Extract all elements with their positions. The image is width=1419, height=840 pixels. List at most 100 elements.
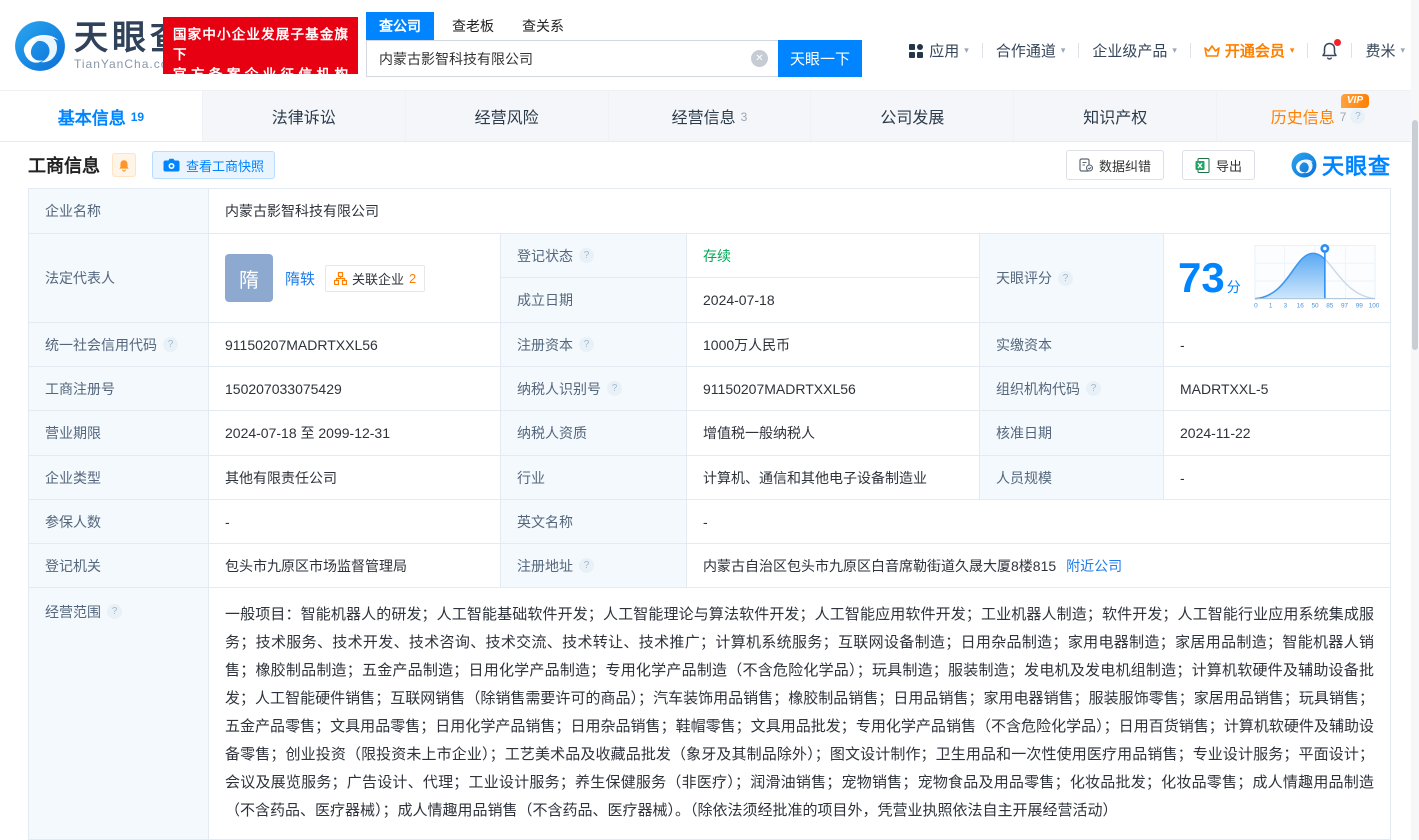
search-tab-boss[interactable]: 查老板 bbox=[452, 12, 494, 40]
nav-vip-label: 开通会员 bbox=[1224, 43, 1285, 60]
svg-text:0: 0 bbox=[1254, 303, 1258, 310]
org-network-icon bbox=[334, 271, 348, 285]
search-input[interactable] bbox=[366, 40, 778, 77]
legal-rep-avatar[interactable]: 隋 bbox=[225, 254, 273, 302]
search-tab-relation[interactable]: 查关系 bbox=[522, 12, 564, 40]
nav-partner[interactable]: 合作通道 ▾ bbox=[996, 40, 1066, 61]
help-icon[interactable]: ? bbox=[579, 248, 594, 263]
search-button[interactable]: 天眼一下 bbox=[778, 40, 862, 77]
help-icon[interactable]: ? bbox=[607, 381, 622, 396]
notification-bell-icon[interactable] bbox=[1321, 38, 1342, 60]
field-value-taxpayer-quality: 增值税一般纳税人 bbox=[687, 411, 980, 456]
gov-badge-line1: 国家中小企业发展子基金旗下 bbox=[173, 27, 348, 62]
field-label-business-scope: 经营范围 ? bbox=[29, 588, 209, 840]
field-label-approval-date: 核准日期 bbox=[980, 411, 1164, 456]
nav-user-menu[interactable]: 费米 ▾ bbox=[1365, 40, 1405, 61]
svg-text:97: 97 bbox=[1341, 303, 1349, 310]
field-value-company-type: 其他有限责任公司 bbox=[209, 456, 501, 500]
nav-enterprise-label: 企业级产品 bbox=[1092, 43, 1168, 60]
scrollbar-thumb[interactable] bbox=[1412, 120, 1418, 350]
field-label-business-term: 营业期限 bbox=[29, 411, 209, 456]
data-correction-button[interactable]: 数据纠错 bbox=[1065, 150, 1164, 180]
section-header: 工商信息 查看工商快照 数据纠错 导出 天眼查 bbox=[0, 142, 1419, 188]
field-label-establish-date: 成立日期 bbox=[501, 278, 687, 323]
tab-intellectual-property[interactable]: 知识产权 bbox=[1014, 91, 1218, 141]
field-label-reg-authority: 登记机关 bbox=[29, 544, 209, 588]
field-label-taxpayer-quality: 纳税人资质 bbox=[501, 411, 687, 456]
related-companies-badge[interactable]: 关联企业 2 bbox=[325, 264, 426, 292]
score-axis-labels: 0 1 3 16 50 85 97 99 100 bbox=[1254, 303, 1379, 310]
bell-icon bbox=[119, 159, 129, 172]
apps-grid-icon bbox=[909, 43, 924, 58]
nav-apps-label: 应用 bbox=[929, 43, 960, 60]
help-icon[interactable]: ? bbox=[163, 337, 178, 352]
nearby-companies-link[interactable]: 附近公司 bbox=[1066, 556, 1122, 576]
page-header: 天眼查 TianYanCha.com 国家中小企业发展子基金旗下 官方备案企业征… bbox=[0, 0, 1419, 90]
field-label-staff-size: 人员规模 bbox=[980, 456, 1164, 500]
watermark-logo-text: 天眼查 bbox=[1321, 154, 1391, 179]
help-icon[interactable]: ? bbox=[579, 337, 594, 352]
camera-icon bbox=[163, 158, 180, 172]
field-label-insured-count: 参保人数 bbox=[29, 500, 209, 544]
crown-icon bbox=[1204, 44, 1220, 57]
tab-company-development[interactable]: 公司发展 bbox=[811, 91, 1015, 141]
tab-label: 公司发展 bbox=[880, 110, 945, 127]
nav-enterprise[interactable]: 企业级产品 ▾ bbox=[1092, 40, 1177, 61]
field-value-industry: 计算机、通信和其他电子设备制造业 bbox=[687, 456, 980, 500]
help-icon[interactable]: ? bbox=[107, 604, 122, 619]
legal-rep-name-link[interactable]: 隋轶 bbox=[285, 268, 315, 289]
search-area: 查公司 查老板 查关系 ✕ 天眼一下 bbox=[366, 12, 862, 77]
search-tabs: 查公司 查老板 查关系 bbox=[366, 12, 862, 40]
field-label-reg-address: 注册地址 ? bbox=[501, 544, 687, 588]
help-icon[interactable]: ? bbox=[579, 558, 594, 573]
chevron-down-icon: ▾ bbox=[964, 45, 969, 55]
nav-vip-upgrade[interactable]: 开通会员 ▾ bbox=[1204, 40, 1294, 61]
export-button[interactable]: 导出 bbox=[1181, 150, 1255, 180]
monitor-bell-button[interactable] bbox=[112, 153, 136, 177]
score-distribution-chart: 0 1 3 16 50 85 97 99 100 bbox=[1254, 244, 1379, 310]
tab-legal-litigation[interactable]: 法律诉讼 bbox=[203, 91, 406, 141]
field-value-reg-address: 内蒙古自治区包头市九原区白音席勒街道久晟大厦8楼815 附近公司 bbox=[687, 544, 1390, 588]
correction-icon bbox=[1079, 158, 1093, 172]
chevron-down-icon: ▾ bbox=[1400, 45, 1405, 55]
field-value-staff-size: - bbox=[1164, 456, 1390, 500]
tab-label: 法律诉讼 bbox=[271, 110, 336, 127]
tab-label: 经营风险 bbox=[474, 110, 539, 127]
tab-business-info[interactable]: 经营信息 3 bbox=[609, 91, 812, 141]
section-title: 工商信息 bbox=[28, 156, 100, 176]
field-value-business-term: 2024-07-18 至 2099-12-31 bbox=[209, 411, 501, 456]
tab-count: 19 bbox=[130, 110, 145, 124]
field-label-reg-status: 登记状态 ? bbox=[501, 234, 687, 278]
tab-basic-info[interactable]: 基本信息 19 bbox=[0, 91, 203, 141]
business-snapshot-button[interactable]: 查看工商快照 bbox=[152, 151, 276, 179]
field-label-company-name: 企业名称 bbox=[29, 189, 209, 234]
tab-count: 7 bbox=[1339, 110, 1347, 124]
nav-apps[interactable]: 应用 ▾ bbox=[909, 40, 969, 61]
field-value-paid-capital: - bbox=[1164, 323, 1390, 367]
tianyancha-logo[interactable]: 天眼查 TianYanCha.com bbox=[14, 20, 188, 72]
correction-button-label: 数据纠错 bbox=[1098, 158, 1151, 174]
tab-operating-risk[interactable]: 经营风险 bbox=[406, 91, 609, 141]
field-value-score: 73 分 0 1 3 16 50 85 97 99 100 bbox=[1164, 234, 1390, 323]
svg-text:3: 3 bbox=[1283, 303, 1287, 310]
tab-label: 历史信息 bbox=[1270, 110, 1335, 127]
snapshot-button-label: 查看工商快照 bbox=[186, 158, 265, 174]
score-number: 73 bbox=[1178, 254, 1225, 301]
notification-dot bbox=[1334, 38, 1342, 46]
gov-certification-badge: 国家中小企业发展子基金旗下 官方备案企业征信机构 bbox=[163, 17, 358, 82]
clear-search-icon[interactable]: ✕ bbox=[751, 50, 768, 67]
tianyancha-logo-icon bbox=[1291, 152, 1317, 178]
field-value-reg-status: 存续 bbox=[687, 234, 980, 278]
export-button-label: 导出 bbox=[1215, 158, 1242, 174]
help-icon[interactable]: ? bbox=[1058, 270, 1073, 286]
help-icon[interactable]: ? bbox=[1086, 381, 1101, 396]
vip-badge: VIP bbox=[1340, 94, 1370, 108]
field-value-approval-date: 2024-11-22 bbox=[1164, 411, 1390, 456]
tab-history-info[interactable]: VIP 历史信息 7 ? bbox=[1217, 91, 1419, 141]
field-label-paid-capital: 实缴资本 bbox=[980, 323, 1164, 367]
page-scrollbar[interactable] bbox=[1411, 0, 1419, 840]
field-value-business-scope: 一般项目：智能机器人的研发；人工智能基础软件开发；人工智能理论与算法软件开发；人… bbox=[209, 588, 1390, 840]
help-icon[interactable]: ? bbox=[1350, 108, 1366, 124]
chevron-down-icon: ▾ bbox=[1060, 45, 1066, 55]
search-tab-company[interactable]: 查公司 bbox=[366, 12, 434, 40]
